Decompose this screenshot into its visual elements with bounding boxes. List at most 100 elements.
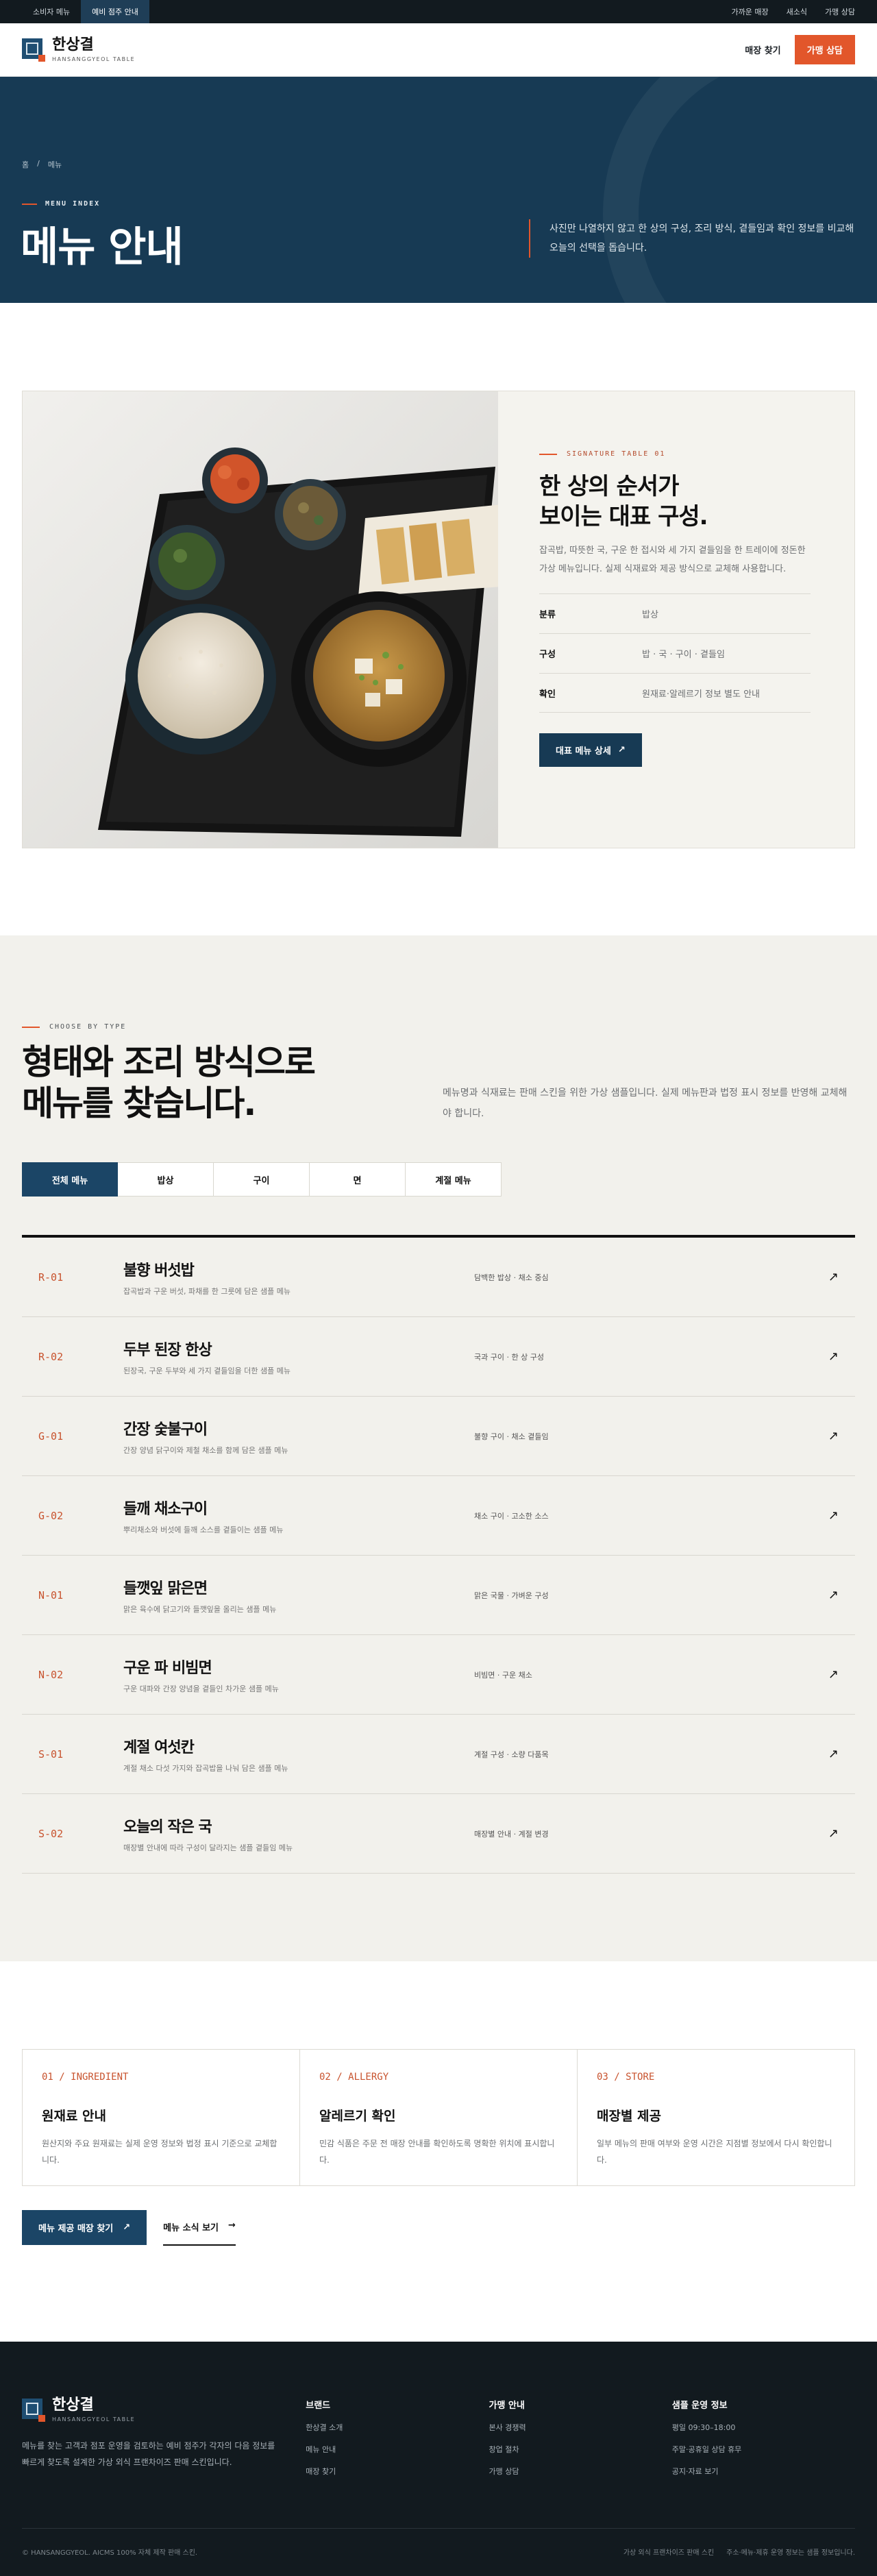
info-card-allergy: 02 / ALLERGY 알레르기 확인 민감 식품은 주문 전 매장 안내를 … bbox=[300, 2050, 578, 2185]
menu-name: 불향 버섯밥 bbox=[123, 1262, 195, 1279]
menu-code: S-02 bbox=[38, 1827, 64, 1840]
footer-col-brand: 브랜드 한상결 소개 메뉴 안내 매장 찾기 bbox=[306, 2398, 489, 2477]
footer-hours: 평일 09:30–18:00 bbox=[671, 2423, 736, 2432]
filter-grill[interactable]: 구이 bbox=[214, 1162, 310, 1197]
card-title: 매장별 제공 bbox=[597, 2109, 662, 2124]
signature-spec-table: 분류 밥상 구성 밥 · 국 · 구이 · 곁들임 확인 원재료·알레르기 정보… bbox=[539, 593, 811, 713]
filter-seasonal[interactable]: 계절 메뉴 bbox=[406, 1162, 502, 1197]
menu-desc: 구운 대파와 간장 양념을 곁들인 차가운 샘플 메뉴 bbox=[123, 1684, 279, 1693]
menu-code: N-01 bbox=[38, 1588, 64, 1602]
arrow-up-right-icon: ↗ bbox=[617, 745, 626, 755]
info-cards: 01 / INGREDIENT 원재료 안내 원산지와 주요 원재료는 실제 운… bbox=[22, 2049, 855, 2186]
footer-link[interactable]: 공지·자료 보기 bbox=[672, 2466, 855, 2477]
menu-name: 들깨 채소구이 bbox=[123, 1500, 208, 1518]
menu-desc: 잡곡밥과 구운 버섯, 파채를 한 그릇에 담은 샘플 메뉴 bbox=[123, 1286, 291, 1296]
menu-row[interactable]: R-02 두부 된장 한상 된장국, 구운 두부와 세 가지 곁들임을 더한 샘플… bbox=[22, 1317, 855, 1397]
brand-logo-link[interactable]: 한상결 HANSANGGYEOL TABLE bbox=[22, 37, 135, 62]
footer-link[interactable]: 매장 찾기 bbox=[306, 2466, 489, 2477]
filter-all[interactable]: 전체 메뉴 bbox=[22, 1162, 118, 1197]
utility-bar: 소비자 메뉴 예비 점주 안내 가까운 매장 새소식 가맹 상담 bbox=[0, 0, 877, 23]
menu-section-title: 형태와 조리 방식으로 메뉴를 찾습니다. bbox=[22, 1042, 316, 1123]
menu-name: 두부 된장 한상 bbox=[123, 1341, 212, 1359]
arrow-up-right-icon: ↗ bbox=[828, 1588, 839, 1602]
footer-description: 메뉴를 찾는 고객과 점포 운영을 검토하는 예비 점주가 각자의 다음 정보를… bbox=[22, 2441, 275, 2467]
menu-name: 구운 파 비빔면 bbox=[123, 1659, 212, 1677]
arrow-up-right-icon: ↗ bbox=[828, 1747, 839, 1761]
spec-value: 원재료·알레르기 정보 별도 안내 bbox=[642, 689, 761, 700]
menu-section-description: 메뉴명과 식재료는 판매 스킨을 위한 가상 샘플입니다. 실제 메뉴판과 법정… bbox=[443, 1088, 848, 1119]
site-footer: 한상결 HANSANGGYEOL TABLE 메뉴를 찾는 고객과 점포 운영을… bbox=[0, 2342, 877, 2576]
info-card-ingredient: 01 / INGREDIENT 원재료 안내 원산지와 주요 원재료는 실제 운… bbox=[23, 2050, 300, 2185]
footer-holiday: 주말·공휴일 상담 휴무 bbox=[671, 2445, 742, 2454]
link-nearby-store[interactable]: 가까운 매장 bbox=[732, 6, 769, 17]
footer-note: 주소·메뉴·제휴 운영 정보는 샘플 정보입니다. bbox=[726, 2549, 855, 2557]
footer-link[interactable]: 본사 경쟁력 bbox=[489, 2422, 671, 2433]
breadcrumb: 홈 / 메뉴 bbox=[22, 159, 62, 170]
spec-key: 분류 bbox=[539, 610, 556, 620]
find-store-link[interactable]: 매장 찾기 bbox=[745, 43, 780, 56]
footer-brand-logo[interactable]: 한상결 HANSANGGYEOL TABLE bbox=[22, 2398, 306, 2422]
brand-logo-icon bbox=[22, 2399, 45, 2422]
menu-code: G-02 bbox=[38, 1509, 64, 1522]
menu-tag: 채소 구이 · 고소한 소스 bbox=[474, 1511, 549, 1521]
tab-franchise-guide[interactable]: 예비 점주 안내 bbox=[81, 0, 149, 23]
breadcrumb-current: 메뉴 bbox=[47, 160, 62, 169]
signature-detail-button[interactable]: 대표 메뉴 상세 ↗ bbox=[539, 733, 642, 767]
link-franchise-consult[interactable]: 가맹 상담 bbox=[825, 6, 855, 17]
card-number: 01 / INGREDIENT bbox=[42, 2072, 129, 2083]
signature-description: 잡곡밥, 따뜻한 국, 구운 한 접시와 세 가지 곁들임을 한 트레이에 정돈… bbox=[539, 545, 806, 574]
menu-desc: 간장 양념 닭구이와 제철 채소를 함께 담은 샘플 메뉴 bbox=[123, 1445, 288, 1455]
filter-rice-table[interactable]: 밥상 bbox=[118, 1162, 214, 1197]
signature-meal-image bbox=[23, 391, 498, 848]
filter-noodle[interactable]: 면 bbox=[310, 1162, 406, 1197]
card-title: 알레르기 확인 bbox=[319, 2109, 396, 2124]
menu-desc: 맑은 육수에 닭고기와 들깻잎을 올리는 샘플 메뉴 bbox=[123, 1604, 277, 1614]
info-card-store: 03 / STORE 매장별 제공 일부 메뉴의 판매 여부와 운영 시간은 지… bbox=[578, 2050, 854, 2185]
tab-consumer-menu[interactable]: 소비자 메뉴 bbox=[22, 0, 81, 23]
brand-logo-icon bbox=[22, 38, 45, 62]
card-description: 일부 메뉴의 판매 여부와 운영 시간은 지점별 정보에서 다시 확인합니다. bbox=[597, 2139, 832, 2165]
menu-desc: 뿌리채소와 버섯에 들깨 소스를 곁들이는 샘플 메뉴 bbox=[123, 1525, 284, 1534]
link-news[interactable]: 새소식 bbox=[787, 6, 807, 17]
menu-name: 들깻잎 맑은면 bbox=[123, 1580, 208, 1597]
menu-row[interactable]: S-02 오늘의 작은 국 매장별 안내에 따라 구성이 달라지는 샘플 곁들임 … bbox=[22, 1794, 855, 1874]
franchise-consult-button[interactable]: 가맹 상담 bbox=[794, 35, 855, 64]
menu-name: 오늘의 작은 국 bbox=[123, 1818, 212, 1836]
menu-row[interactable]: G-01 간장 숯불구이 간장 양념 닭구이와 제철 채소를 함께 담은 샘플 메… bbox=[22, 1397, 855, 1476]
signature-eyebrow: SIGNATURE TABLE 01 bbox=[539, 450, 813, 458]
menu-news-link[interactable]: 메뉴 소식 보기 → bbox=[163, 2209, 236, 2246]
arrow-up-right-icon: ↗ bbox=[828, 1429, 839, 1443]
menu-row[interactable]: N-01 들깻잎 맑은면 맑은 육수에 닭고기와 들깻잎을 올리는 샘플 메뉴 맑… bbox=[22, 1556, 855, 1635]
footer-note: 가상 외식 프랜차이즈 판매 스킨 bbox=[623, 2549, 715, 2557]
card-description: 원산지와 주요 원재료는 실제 운영 정보와 법정 표시 기준으로 교체합니다. bbox=[42, 2139, 277, 2165]
footer-brand-subtitle: HANSANGGYEOL TABLE bbox=[52, 2416, 136, 2422]
arrow-up-right-icon: ↗ bbox=[828, 1270, 839, 1284]
find-menu-store-button[interactable]: 메뉴 제공 매장 찾기 ↗ bbox=[22, 2210, 147, 2245]
menu-row[interactable]: R-01 불향 버섯밥 잡곡밥과 구운 버섯, 파채를 한 그릇에 담은 샘플 메… bbox=[22, 1238, 855, 1317]
spec-key: 확인 bbox=[539, 689, 556, 700]
menu-tag: 계절 구성 · 소량 다품목 bbox=[474, 1750, 549, 1759]
menu-desc: 계절 채소 다섯 가지와 잡곡밥을 나눠 담은 샘플 메뉴 bbox=[123, 1763, 288, 1773]
footer-copyright: © HANSANGGYEOL. AICMS 100% 자체 제작 판매 스킨. bbox=[22, 2549, 198, 2557]
menu-tag: 국과 구이 · 한 상 구성 bbox=[474, 1352, 544, 1362]
footer-link[interactable]: 한상결 소개 bbox=[306, 2422, 489, 2433]
spec-row: 분류 밥상 bbox=[539, 593, 811, 633]
footer-link[interactable]: 가맹 상담 bbox=[489, 2466, 671, 2477]
spec-row: 확인 원재료·알레르기 정보 별도 안내 bbox=[539, 673, 811, 713]
signature-section: SIGNATURE TABLE 01 한 상의 순서가 보이는 대표 구성. 잡… bbox=[0, 303, 877, 935]
card-number: 02 / ALLERGY bbox=[319, 2072, 389, 2083]
breadcrumb-separator: / bbox=[37, 159, 40, 168]
menu-code: G-01 bbox=[38, 1430, 64, 1443]
menu-row[interactable]: N-02 구운 파 비빔면 구운 대파와 간장 양념을 곁들인 차가운 샘플 메뉴… bbox=[22, 1635, 855, 1715]
breadcrumb-home[interactable]: 홈 bbox=[22, 159, 29, 170]
footer-link[interactable]: 창업 절차 bbox=[489, 2444, 671, 2455]
footer-col-heading: 브랜드 bbox=[306, 2401, 331, 2411]
card-description: 민감 식품은 주문 전 매장 안내를 확인하도록 명확한 위치에 표시합니다. bbox=[319, 2139, 555, 2165]
footer-col-franchise: 가맹 안내 본사 경쟁력 창업 절차 가맹 상담 bbox=[489, 2398, 671, 2477]
footer-link[interactable]: 메뉴 안내 bbox=[306, 2444, 489, 2455]
footer-brand-name: 한상결 bbox=[52, 2396, 94, 2414]
menu-row[interactable]: G-02 들깨 채소구이 뿌리채소와 버섯에 들깨 소스를 곁들이는 샘플 메뉴 … bbox=[22, 1476, 855, 1556]
menu-tag: 불향 구이 · 채소 곁들임 bbox=[474, 1432, 549, 1441]
menu-row[interactable]: S-01 계절 여섯칸 계절 채소 다섯 가지와 잡곡밥을 나눠 담은 샘플 메뉴… bbox=[22, 1715, 855, 1794]
hero-description: 사진만 나열하지 않고 한 상의 구성, 조리 방식, 곁들임과 확인 정보를 … bbox=[529, 219, 855, 258]
